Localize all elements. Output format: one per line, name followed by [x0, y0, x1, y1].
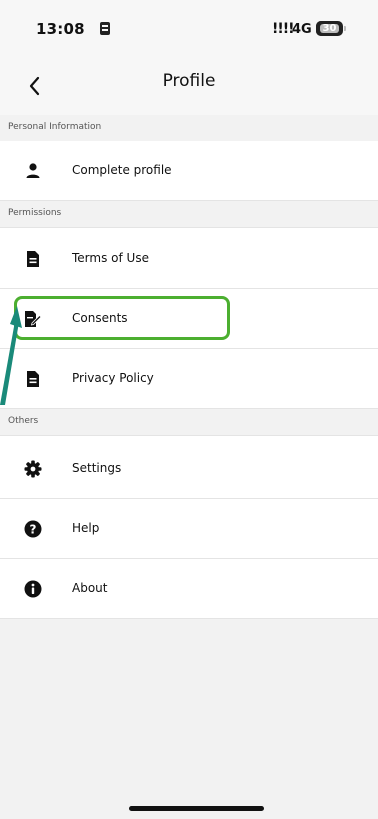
list-item-label: Terms of Use [72, 251, 149, 265]
list-item-help[interactable]: ? Help [0, 499, 378, 559]
annotation-arrow [0, 306, 22, 405]
battery-percent: 30 [322, 23, 337, 34]
person-icon [26, 163, 40, 178]
section-title: Others [8, 416, 39, 426]
empty-area [0, 619, 378, 819]
section-title: Permissions [8, 208, 62, 218]
document-icon [27, 371, 39, 387]
question-icon: ? [24, 520, 42, 538]
sim-card-icon [100, 22, 110, 35]
info-icon [24, 580, 42, 598]
section-header-personal-information: Personal Information [0, 115, 378, 142]
list-item-label: Help [72, 521, 100, 535]
status-bar: 13:08 !!!! 4G 30 [0, 0, 378, 60]
list-item-about[interactable]: About [0, 559, 378, 619]
section-title: Personal Information [8, 122, 102, 132]
section-header-others: Others [0, 409, 378, 436]
svg-text:?: ? [30, 522, 37, 536]
network-type: 4G [292, 22, 312, 37]
list-item-privacy-policy[interactable]: Privacy Policy [0, 349, 378, 409]
list-item-complete-profile[interactable]: Complete profile [0, 141, 378, 201]
consents-highlight-box [14, 296, 230, 340]
home-indicator[interactable] [129, 806, 264, 811]
list-item-settings[interactable]: Settings [0, 439, 378, 499]
gear-icon [24, 460, 42, 478]
list-item-label: Privacy Policy [72, 371, 154, 385]
list-item-label: Settings [72, 461, 122, 475]
list-item-label: Complete profile [72, 163, 172, 177]
status-time: 13:08 [36, 20, 85, 38]
list-item-terms-of-use[interactable]: Terms of Use [0, 229, 378, 289]
section-header-permissions: Permissions [0, 201, 378, 228]
signal-icon: !!!! [272, 21, 295, 37]
page-title: Profile [162, 71, 216, 91]
document-icon [27, 251, 39, 267]
list-item-label: About [72, 581, 108, 595]
navigation-bar: Profile [0, 60, 378, 116]
battery-icon: 30 [316, 21, 346, 36]
